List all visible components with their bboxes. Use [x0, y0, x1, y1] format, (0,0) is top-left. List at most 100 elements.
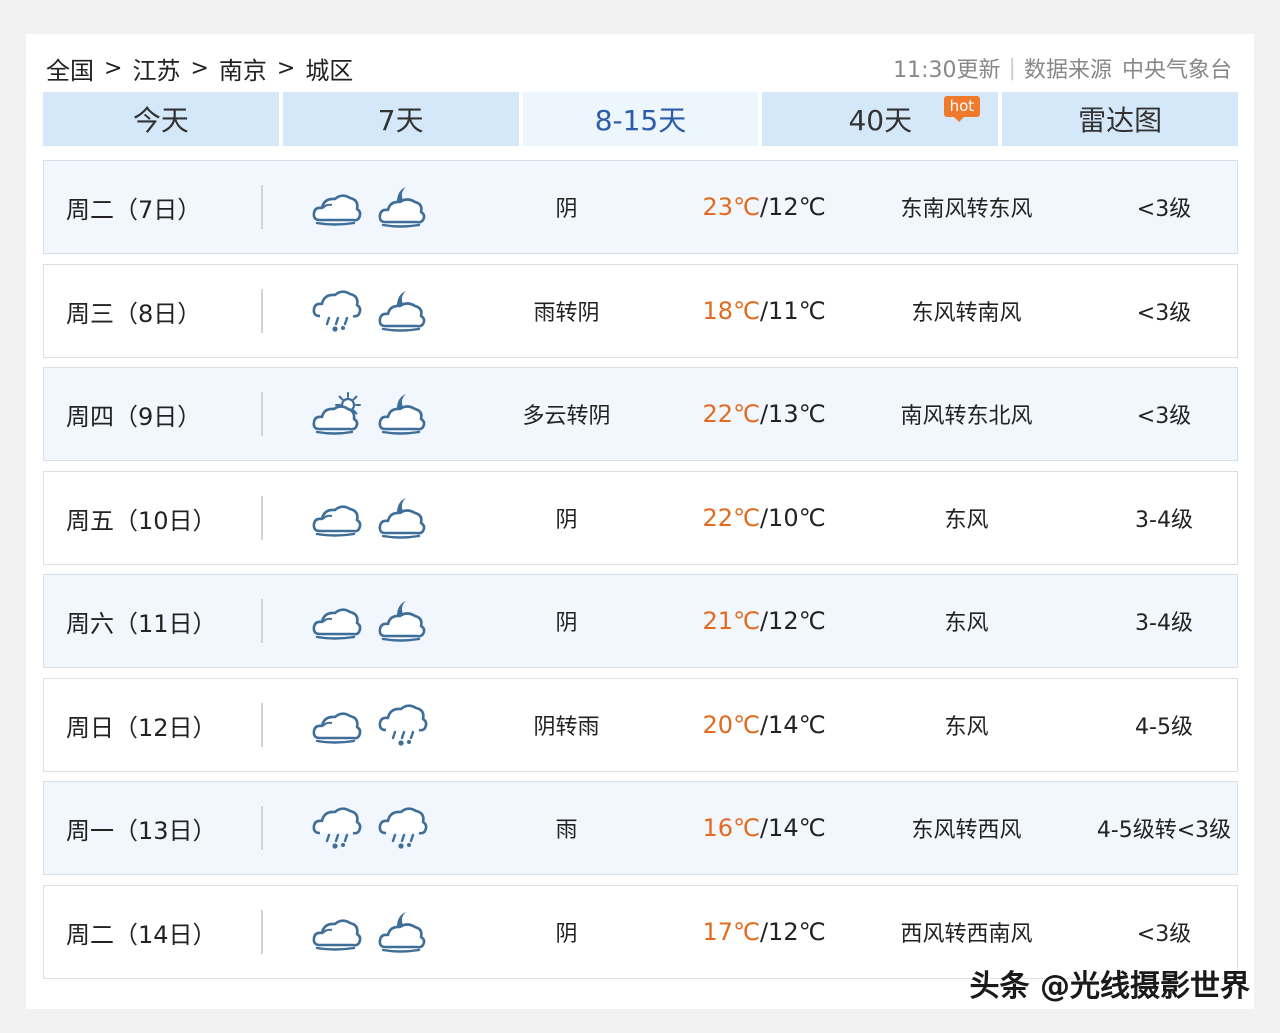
day-label: 周四（9日） [66, 402, 202, 431]
day-label: 周三（8日） [66, 299, 202, 328]
wind-level: <3级 [1136, 301, 1192, 326]
weather-icons [310, 679, 430, 771]
day-label: 周六（11日） [66, 609, 217, 638]
high-temp: 16℃ [702, 814, 760, 842]
high-temp: 20℃ [702, 711, 760, 739]
tab-today[interactable]: 今天 [43, 92, 279, 146]
tab-label: 今天 [132, 104, 189, 137]
wind-direction: 东风 [944, 508, 989, 533]
day-label: 周一（13日） [66, 816, 217, 845]
wind-level: 3-4级 [1135, 508, 1193, 533]
high-temp: 21℃ [702, 607, 760, 635]
wind-direction: 东风转西风 [911, 818, 1022, 843]
wind-level: <3级 [1136, 197, 1192, 222]
temperature: 17℃/12℃ [684, 886, 844, 978]
temp-separator: / [759, 400, 769, 428]
high-temp: 22℃ [702, 400, 760, 428]
overcast-icon [310, 702, 364, 748]
cloudy-night-icon [376, 288, 430, 334]
tab-label: 40天 [848, 104, 913, 137]
tab-40-days[interactable]: 40天 hot [762, 92, 999, 146]
row-divider [261, 392, 263, 436]
temperature: 16℃/14℃ [684, 782, 844, 874]
high-temp: 18℃ [702, 297, 760, 325]
weather-condition: 雨转阴 [533, 301, 600, 326]
weather-condition: 阴 [555, 197, 578, 222]
day-label: 周二（14日） [66, 920, 217, 949]
day-label: 周二（7日） [66, 195, 202, 224]
wind-level: 3-4级 [1135, 611, 1193, 636]
breadcrumb-item[interactable]: 江苏 [132, 51, 180, 86]
weather-icons [310, 161, 430, 253]
weather-condition: 阴 [555, 508, 578, 533]
breadcrumb-current: 城区 [305, 56, 354, 85]
rain-icon [310, 288, 364, 334]
low-temp: 11℃ [768, 297, 826, 325]
forecast-row: 周日（12日） 阴转雨 20℃/14℃ 东风 4-5级 [43, 678, 1238, 772]
breadcrumb-separator: > [190, 55, 209, 81]
low-temp: 14℃ [768, 814, 826, 842]
high-temp: 23℃ [702, 193, 760, 221]
tab-label: 雷达图 [1078, 104, 1163, 137]
row-divider [261, 703, 263, 747]
temp-separator: / [759, 504, 769, 532]
weather-condition: 雨 [555, 818, 578, 843]
tab-8-15-days[interactable]: 8-15天 [522, 92, 759, 146]
breadcrumb-separator: > [104, 55, 123, 81]
forecast-row: 周一（13日） 雨 16℃/14℃ 东风转西风 4-5级转<3级 [43, 781, 1238, 875]
temp-separator: / [759, 814, 769, 842]
day-label: 周五（10日） [66, 506, 217, 535]
forecast-row: 周二（7日） 阴 23℃/12℃ 东南风转东风 <3级 [43, 160, 1238, 254]
breadcrumb-item[interactable]: 全国 [46, 51, 94, 86]
source-label: 数据来源 [1023, 58, 1112, 83]
row-divider [261, 806, 263, 850]
weather-icons [310, 886, 430, 978]
update-info: 11:30更新 | 数据来源 中央气象台 [893, 52, 1232, 84]
tab-label: 7天 [377, 104, 424, 137]
forecast-row: 周六（11日） 阴 21℃/12℃ 东风 3-4级 [43, 574, 1238, 668]
weather-icons [310, 265, 430, 357]
breadcrumb: 全国 > 江苏 > 南京 > 城区 [46, 51, 353, 86]
temperature: 18℃/11℃ [684, 265, 844, 357]
low-temp: 10℃ [768, 504, 826, 532]
header-bar: 全国 > 江苏 > 南京 > 城区 11:30更新 | 数据来源 中央气象台 [46, 50, 1232, 86]
cloudy-night-icon [376, 495, 430, 541]
tab-7-days[interactable]: 7天 [282, 92, 519, 146]
temp-separator: / [759, 607, 769, 635]
row-divider [261, 599, 263, 643]
breadcrumb-item[interactable]: 南京 [219, 51, 267, 86]
wind-direction: 东风 [944, 715, 989, 740]
low-temp: 12℃ [768, 193, 826, 221]
wind-direction: 东南风转东风 [900, 197, 1033, 222]
tab-radar[interactable]: 雷达图 [1002, 92, 1238, 146]
weather-condition: 阴 [555, 922, 578, 947]
overcast-icon [310, 909, 364, 955]
rain-icon [310, 805, 364, 851]
wind-level: <3级 [1136, 404, 1192, 429]
wind-direction: 东风 [944, 611, 989, 636]
weather-icons [310, 472, 430, 564]
cloudy-night-icon [376, 391, 430, 437]
partly-cloudy-icon [310, 391, 364, 437]
temp-separator: / [759, 711, 769, 739]
weather-condition: 阴 [555, 611, 578, 636]
hot-badge: hot [943, 96, 981, 122]
cloudy-night-icon [376, 909, 430, 955]
overcast-icon [310, 598, 364, 644]
temperature: 21℃/12℃ [684, 575, 844, 667]
row-divider [261, 185, 263, 229]
temp-separator: / [759, 297, 769, 325]
row-divider [261, 289, 263, 333]
weather-icons [310, 368, 430, 460]
low-temp: 12℃ [768, 607, 826, 635]
temperature: 20℃/14℃ [684, 679, 844, 771]
overcast-icon [310, 184, 364, 230]
forecast-row: 周五（10日） 阴 22℃/10℃ 东风 3-4级 [43, 471, 1238, 565]
temp-separator: / [759, 193, 769, 221]
high-temp: 17℃ [702, 918, 760, 946]
temperature: 22℃/10℃ [684, 472, 844, 564]
weather-icons [310, 782, 430, 874]
overcast-icon [310, 495, 364, 541]
cloudy-night-icon [376, 184, 430, 230]
temperature: 22℃/13℃ [684, 368, 844, 460]
